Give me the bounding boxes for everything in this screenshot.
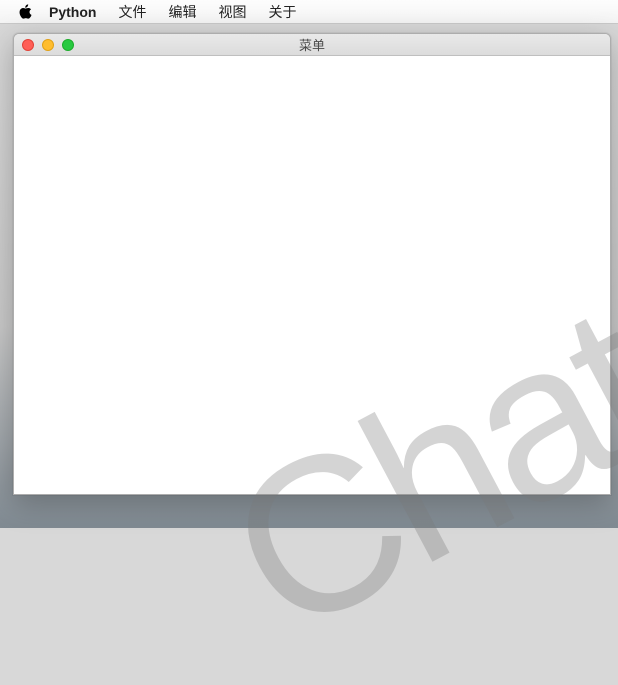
app-window: 菜单 [13, 33, 611, 495]
menubar-app-name[interactable]: Python [49, 4, 96, 20]
menubar-item-about[interactable]: 关于 [268, 2, 296, 22]
window-title: 菜单 [14, 35, 610, 54]
apple-menu-icon[interactable] [18, 3, 33, 20]
menubar-item-view[interactable]: 视图 [218, 2, 246, 22]
menubar-item-file[interactable]: 文件 [118, 2, 146, 22]
window-titlebar[interactable]: 菜单 [14, 34, 610, 56]
close-icon[interactable] [22, 39, 34, 51]
window-content [14, 56, 610, 494]
traffic-lights [14, 39, 74, 51]
menubar-item-edit[interactable]: 编辑 [168, 2, 196, 22]
minimize-icon[interactable] [42, 39, 54, 51]
system-menubar: Python 文件 编辑 视图 关于 [0, 0, 618, 24]
maximize-icon[interactable] [62, 39, 74, 51]
